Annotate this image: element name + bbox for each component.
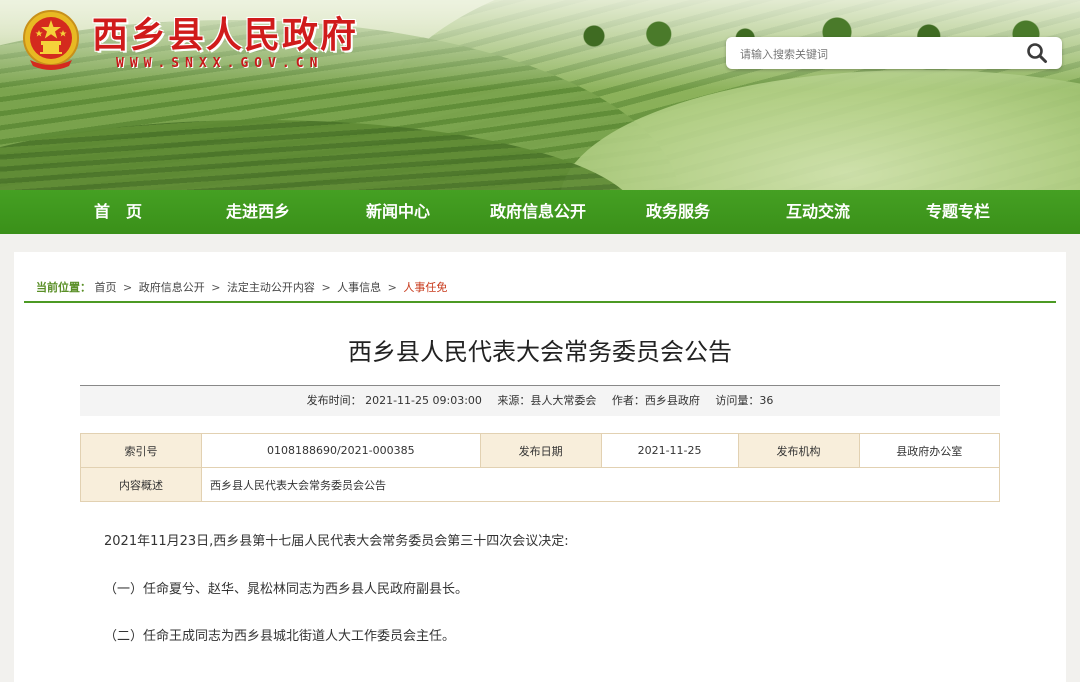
index-label: 索引号 bbox=[80, 433, 202, 468]
breadcrumb-current[interactable]: 人事任免 bbox=[403, 281, 447, 294]
article-author: 作者：西乡县政府 bbox=[611, 394, 700, 407]
content-panel: 当前位置： 首页 > 政府信息公开 > 法定主动公开内容 > 人事信息 > 人事… bbox=[14, 252, 1066, 682]
search-input[interactable] bbox=[738, 41, 1022, 67]
info-table: 索引号 0108188690/2021-000385 发布日期 2021-11-… bbox=[80, 433, 1001, 502]
article-title: 西乡县人民代表大会常务委员会公告 bbox=[348, 338, 732, 366]
org-label: 发布机构 bbox=[737, 433, 860, 468]
date-value: 2021-11-25 bbox=[600, 433, 739, 468]
search-box bbox=[726, 37, 1062, 69]
article-source: 来源：县人大常委会 bbox=[497, 394, 597, 407]
header-banner: 西乡县人民政府 WWW.SNXX.GOV.CN bbox=[0, 0, 1080, 190]
org-value: 县政府办公室 bbox=[858, 433, 1001, 468]
article-paragraph: （二）任命王成同志为西乡县城北街道人大工作委员会主任。 bbox=[104, 629, 456, 644]
article-paragraph: 2021年11月23日,西乡县第十七届人民代表大会常务委员会第三十四次会议决定: bbox=[104, 534, 569, 549]
breadcrumb-link-personnel[interactable]: 人事信息 bbox=[337, 281, 381, 294]
search-icon[interactable] bbox=[1026, 42, 1048, 64]
breadcrumb-link-disclosure[interactable]: 政府信息公开 bbox=[139, 281, 205, 294]
article-paragraph: （一）任命夏兮、赵华、晁松林同志为西乡县人民政府副县长。 bbox=[104, 582, 469, 597]
breadcrumb-divider bbox=[24, 301, 1056, 303]
site-url: WWW.SNXX.GOV.CN bbox=[116, 56, 324, 71]
nav-item-news[interactable]: 新闻中心 bbox=[328, 190, 468, 234]
summary-label: 内容概述 bbox=[80, 467, 202, 502]
table-row: 索引号 0108188690/2021-000385 发布日期 2021-11-… bbox=[80, 433, 1001, 468]
site-title: 西乡县人民政府 bbox=[92, 14, 359, 56]
nav-item-interaction[interactable]: 互动交流 bbox=[748, 190, 888, 234]
breadcrumb-separator: > bbox=[321, 281, 331, 294]
breadcrumb-separator: > bbox=[123, 281, 133, 294]
breadcrumb-separator: > bbox=[387, 281, 397, 294]
breadcrumb-link-statutory[interactable]: 法定主动公开内容 bbox=[227, 281, 315, 294]
publish-time: 发布时间： 2021-11-25 09:03:00 bbox=[306, 394, 482, 407]
nav-item-home[interactable]: 首 页 bbox=[48, 190, 188, 234]
breadcrumb: 当前位置： 首页 > 政府信息公开 > 法定主动公开内容 > 人事信息 > 人事… bbox=[36, 279, 447, 295]
index-value: 0108188690/2021-000385 bbox=[201, 433, 481, 468]
breadcrumb-label: 当前位置： bbox=[36, 281, 91, 294]
date-label: 发布日期 bbox=[479, 433, 602, 468]
nav-item-about[interactable]: 走进西乡 bbox=[188, 190, 328, 234]
breadcrumb-link-home[interactable]: 首页 bbox=[95, 281, 117, 294]
nav-item-services[interactable]: 政务服务 bbox=[608, 190, 748, 234]
nav-item-topics[interactable]: 专题专栏 bbox=[888, 190, 1028, 234]
table-row: 内容概述 西乡县人民代表大会常务委员会公告 bbox=[80, 467, 1000, 502]
view-count: 访问量：36 bbox=[715, 394, 774, 407]
article-meta: 发布时间： 2021-11-25 09:03:00 来源：县人大常委会 作者：西… bbox=[80, 386, 1000, 416]
main-nav: 首 页 走进西乡 新闻中心 政府信息公开 政务服务 互动交流 专题专栏 bbox=[0, 190, 1080, 234]
national-emblem-icon[interactable] bbox=[20, 8, 82, 72]
nav-item-disclosure[interactable]: 政府信息公开 bbox=[468, 190, 608, 234]
summary-value: 西乡县人民代表大会常务委员会公告 bbox=[201, 467, 1000, 502]
breadcrumb-separator: > bbox=[211, 281, 221, 294]
